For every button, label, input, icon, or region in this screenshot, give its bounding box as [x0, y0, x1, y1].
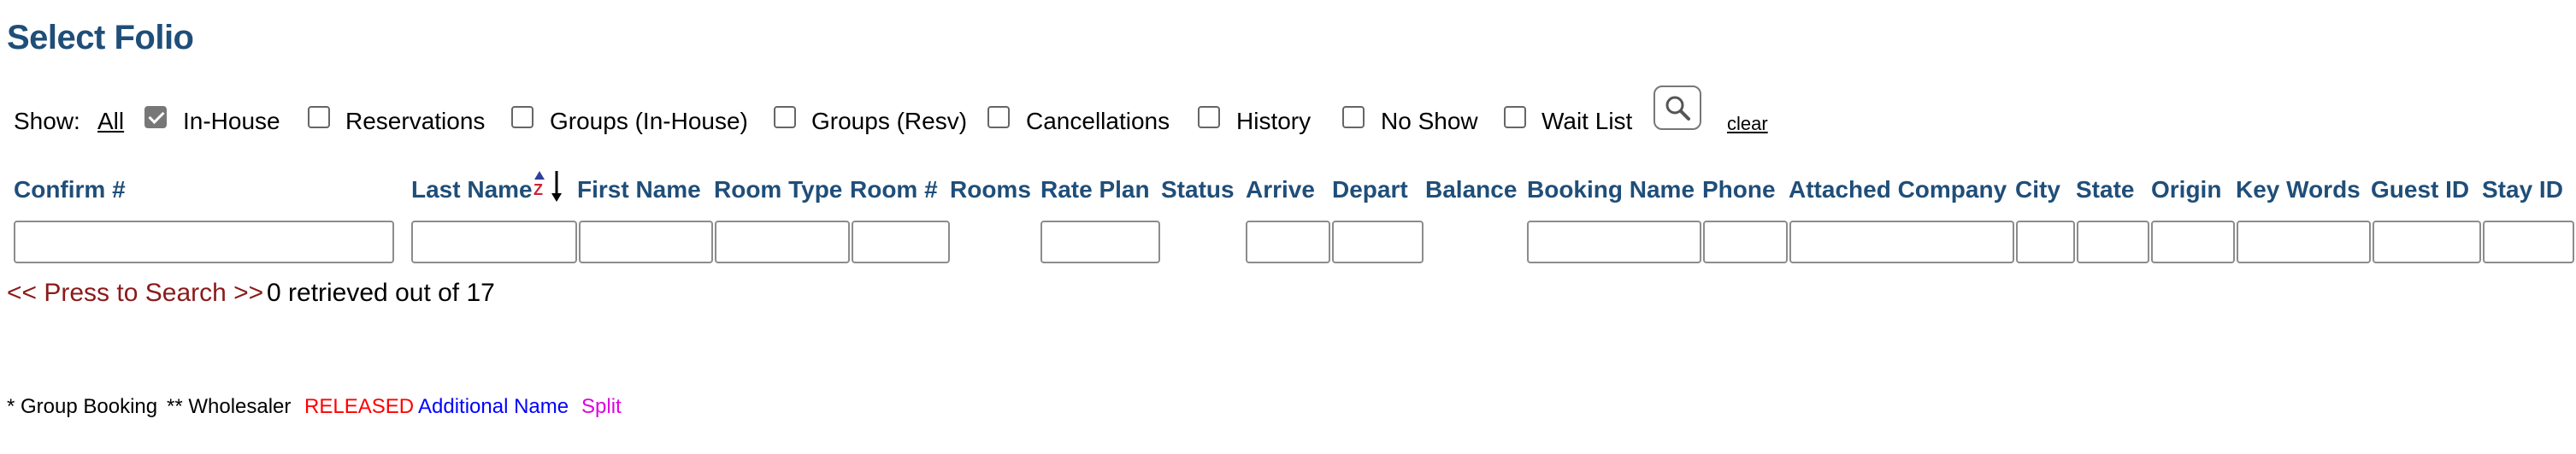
in-house-label: In-House — [183, 108, 280, 134]
city-input[interactable] — [2016, 221, 2075, 263]
no-show-checkbox[interactable] — [1342, 106, 1365, 128]
wait-list-label: Wait List — [1541, 108, 1633, 134]
groups-resv-label: Groups (Resv) — [811, 108, 968, 134]
clear-link[interactable]: clear — [1727, 113, 1768, 135]
press-to-search-link[interactable]: << Press to Search >> — [7, 279, 263, 308]
history-checkbox[interactable] — [1198, 106, 1220, 128]
column-header-guest-id[interactable]: Guest ID — [2371, 176, 2469, 203]
column-header-room-number[interactable]: Room # — [850, 176, 938, 203]
no-show-label: No Show — [1381, 108, 1478, 134]
last-name-input[interactable] — [411, 221, 577, 263]
groups-in-house-checkbox[interactable] — [511, 106, 533, 128]
column-header-balance[interactable]: Balance — [1425, 176, 1517, 203]
groups-in-house-label: Groups (In-House) — [550, 108, 748, 134]
origin-input[interactable] — [2151, 221, 2235, 263]
attached-company-input[interactable] — [1789, 221, 2014, 263]
column-header-origin[interactable]: Origin — [2151, 176, 2221, 203]
arrive-input[interactable] — [1246, 221, 1330, 263]
column-header-city[interactable]: City — [2015, 176, 2060, 203]
column-header-arrive[interactable]: Arrive — [1246, 176, 1315, 203]
column-header-depart[interactable]: Depart — [1332, 176, 1408, 203]
column-header-phone[interactable]: Phone — [1702, 176, 1776, 203]
column-header-room-type[interactable]: Room Type — [714, 176, 842, 203]
booking-name-input[interactable] — [1527, 221, 1701, 263]
phone-input[interactable] — [1703, 221, 1788, 263]
in-house-checkbox[interactable] — [144, 106, 167, 128]
legend-group-booking: * Group Booking — [7, 395, 158, 418]
legend-additional-name: Additional Name — [418, 395, 569, 418]
stay-id-input[interactable] — [2483, 221, 2574, 263]
history-label: History — [1236, 108, 1312, 134]
column-header-confirm[interactable]: Confirm # — [14, 176, 126, 203]
column-header-stay-id[interactable]: Stay ID — [2482, 176, 2563, 203]
wait-list-checkbox[interactable] — [1504, 106, 1526, 128]
groups-resv-checkbox[interactable] — [774, 106, 796, 128]
column-header-last-name[interactable]: Last Name — [411, 176, 533, 203]
room-type-input[interactable] — [715, 221, 850, 263]
key-words-input[interactable] — [2237, 221, 2371, 263]
first-name-input[interactable] — [579, 221, 713, 263]
column-header-state[interactable]: State — [2076, 176, 2134, 203]
cancellations-checkbox[interactable] — [987, 106, 1010, 128]
rate-plan-input[interactable] — [1040, 221, 1160, 263]
result-count: 0 retrieved out of 17 — [267, 279, 495, 307]
show-label: Show: — [14, 108, 80, 134]
column-header-booking-name[interactable]: Booking Name — [1527, 176, 1695, 203]
show-all-link[interactable]: All — [97, 108, 124, 135]
sort-az-icon[interactable]: Z — [532, 169, 566, 203]
depart-input[interactable] — [1332, 221, 1424, 263]
column-header-first-name[interactable]: First Name — [577, 176, 701, 203]
column-header-rooms[interactable]: Rooms — [950, 176, 1031, 203]
legend-wholesaler: ** Wholesaler — [167, 395, 292, 418]
state-input[interactable] — [2077, 221, 2149, 263]
column-header-rate-plan[interactable]: Rate Plan — [1040, 176, 1150, 203]
reservations-label: Reservations — [345, 108, 486, 134]
column-header-attached-company[interactable]: Attached Company — [1789, 176, 2007, 203]
svg-text:Z: Z — [533, 181, 543, 198]
cancellations-label: Cancellations — [1026, 108, 1170, 134]
search-button[interactable] — [1653, 85, 1701, 130]
legend-split: Split — [581, 395, 622, 418]
legend-released: RELEASED — [304, 395, 415, 418]
room-number-input[interactable] — [852, 221, 950, 263]
reservations-checkbox[interactable] — [308, 106, 330, 128]
search-icon — [1665, 96, 1690, 121]
page-title: Select Folio — [7, 19, 194, 56]
column-header-key-words[interactable]: Key Words — [2236, 176, 2361, 203]
confirm-number-input[interactable] — [14, 221, 394, 263]
column-header-status[interactable]: Status — [1161, 176, 1235, 203]
guest-id-input[interactable] — [2373, 221, 2481, 263]
